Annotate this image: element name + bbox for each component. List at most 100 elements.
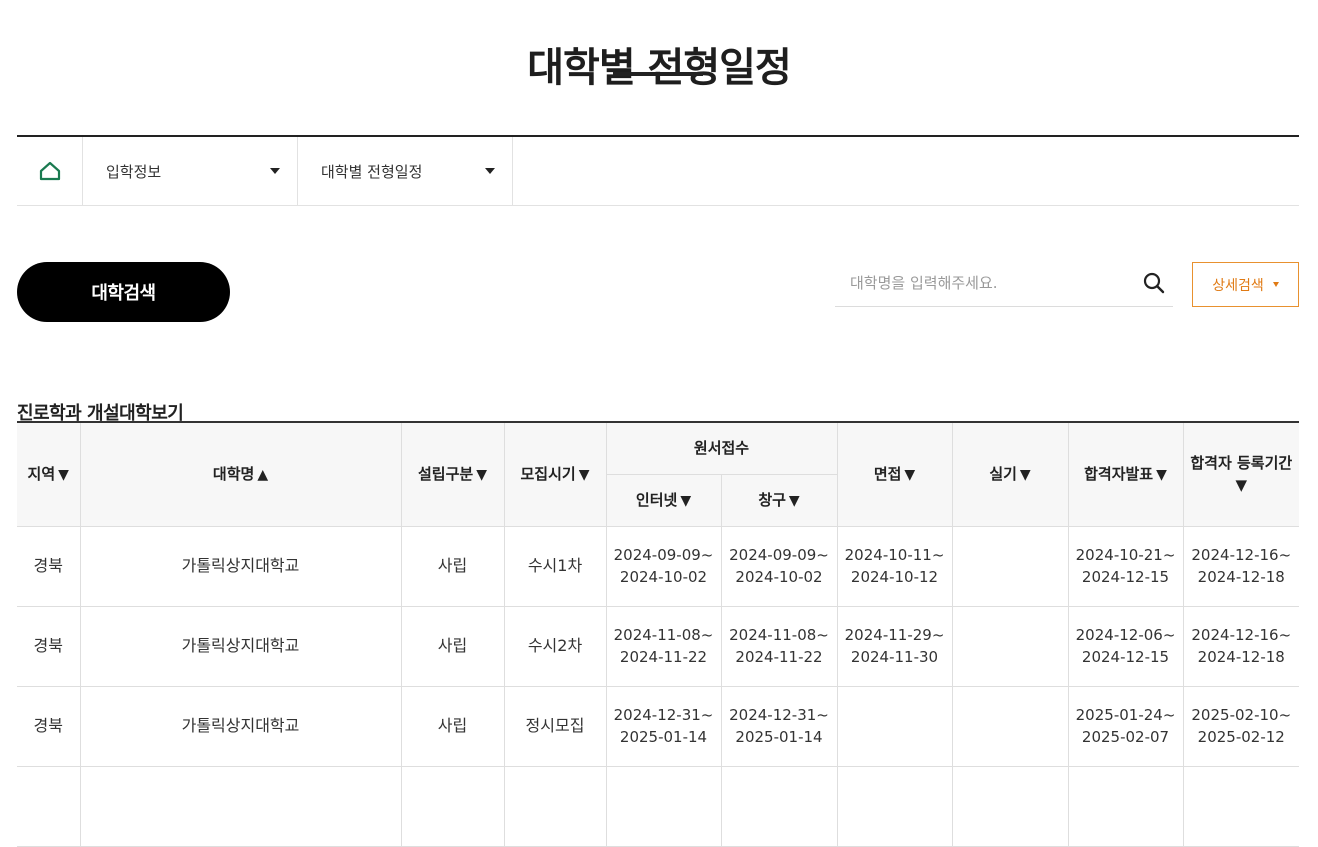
table-row: 경북 가톨릭상지대학교 사립 수시1차 2024-09-09~ 2024-10-02 202… [17, 525, 1300, 607]
home-icon [39, 161, 60, 181]
cell-type: 사립 [400, 685, 505, 767]
cell-university [79, 765, 402, 847]
sort-icon: ▼ [680, 492, 692, 509]
cell-region [17, 765, 81, 847]
cell-announce: 2024-12-06~ 2024-12-15 [1067, 605, 1184, 687]
search-icon[interactable] [1143, 272, 1165, 298]
col-header-practical[interactable]: 실기 ▼ [951, 422, 1069, 527]
date-from: 2024-12-16~ [1191, 626, 1292, 644]
cell-type: 사립 [400, 525, 505, 607]
date-to: 2024-10-02 [735, 568, 823, 586]
sort-icon: ▼ [1019, 466, 1031, 483]
col-header-interview[interactable]: 면접 ▼ [836, 422, 953, 527]
cell-interview: 2024-10-11~ 2024-10-12 [836, 525, 953, 607]
cell-announce [1067, 765, 1184, 847]
date-to: 2024-10-02 [619, 568, 708, 586]
table-row: 경북 가톨릭상지대학교 사립 수시2차 2024-11-08~ 2024-11-22 202… [17, 605, 1300, 687]
cell-region: 경북 [17, 525, 81, 607]
cell-reg: 2024-12-16~ 2024-12-18 [1182, 525, 1300, 607]
table-row: 경북 가톨릭상지대학교 사립 정시모집 2024-12-31~ 2025-01-14 202… [17, 685, 1300, 767]
cell-interview: 2024-11-29~ 2024-11-30 [836, 605, 953, 687]
cell-announce: 2024-10-21~ 2024-12-15 [1067, 525, 1184, 607]
sort-icon: ▼ [578, 466, 590, 483]
cell-announce: 2025-01-24~ 2025-02-07 [1067, 685, 1184, 767]
cell-counter: 2024-11-08~ 2024-11-22 [720, 605, 838, 687]
col-header-region[interactable]: 지역 ▼ [17, 422, 81, 527]
cell-reg [1182, 765, 1300, 847]
cell-interview [836, 685, 953, 767]
cell-period: 정시모집 [503, 685, 607, 767]
date-to: 2025-02-12 [1197, 728, 1285, 746]
date-from: 2024-11-08~ [613, 626, 714, 644]
location-dropdown-admission[interactable]: 입학정보 [83, 137, 298, 205]
date-to: 2024-10-12 [850, 568, 939, 586]
col-header-counter[interactable]: 창구 ▼ [720, 473, 838, 527]
caret-down-icon [1272, 282, 1279, 287]
cell-period: 수시2차 [503, 605, 607, 687]
cell-period: 수시1차 [503, 525, 607, 607]
date-from: 2024-12-31~ [729, 706, 829, 724]
cell-reg: 2025-02-10~ 2025-02-12 [1182, 685, 1300, 767]
col-header-type[interactable]: 설립구분 ▼ [400, 422, 505, 527]
sort-icon: ▼ [788, 492, 800, 509]
cell-counter [720, 765, 838, 847]
date-from: 2024-10-11~ [844, 546, 945, 564]
university-search-button[interactable]: 대학검색 [17, 262, 230, 322]
detail-search-button[interactable]: 상세검색 [1192, 262, 1299, 307]
date-from: 2024-09-09~ [729, 546, 829, 564]
cell-internet: 2024-11-08~ 2024-11-22 [605, 605, 722, 687]
cell-internet [605, 765, 722, 847]
date-to: 2025-02-07 [1081, 728, 1170, 746]
sort-icon: ▲ [257, 466, 269, 483]
date-to: 2024-11-22 [735, 648, 823, 666]
cell-region: 경북 [17, 685, 81, 767]
date-to: 2024-11-22 [619, 648, 708, 666]
cell-region: 경북 [17, 605, 81, 687]
sort-icon: ▼ [58, 466, 69, 483]
date-from: 2024-12-31~ [613, 706, 714, 724]
cell-period [503, 765, 607, 847]
date-to: 2025-01-14 [619, 728, 708, 746]
cell-practical [951, 525, 1069, 607]
cell-counter: 2024-09-09~ 2024-10-02 [720, 525, 838, 607]
date-to: 2025-01-14 [735, 728, 823, 746]
date-from: 2024-12-16~ [1191, 546, 1292, 564]
cell-practical [951, 765, 1069, 847]
search-input[interactable] [835, 262, 1140, 304]
location-dropdown-schedule[interactable]: 대학별 전형일정 [298, 137, 513, 205]
col-header-university[interactable]: 대학명 ▲ [79, 422, 402, 527]
location-nav: 입학정보 대학별 전형일정 [17, 135, 1299, 206]
date-from: 2025-02-10~ [1191, 706, 1292, 724]
date-from: 2025-01-24~ [1075, 706, 1176, 724]
cell-counter: 2024-12-31~ 2025-01-14 [720, 685, 838, 767]
schedule-table: 지역 ▼ 대학명 ▲ 설립구분 ▼ 모집시기 ▼ 원서접수 면접 ▼ 실기 ▼ 합격자발표 ▼… [17, 421, 1300, 847]
search-box [835, 262, 1173, 307]
cell-internet: 2024-12-31~ 2025-01-14 [605, 685, 722, 767]
date-from: 2024-11-29~ [844, 626, 945, 644]
date-from: 2024-12-06~ [1075, 626, 1176, 644]
date-to: 2024-11-30 [850, 648, 939, 666]
location-item-label: 대학별 전형일정 [321, 162, 423, 181]
page-title: 대학별 전형일정 [527, 44, 792, 91]
col-header-application: 원서접수 [605, 422, 838, 475]
cell-university: 가톨릭상지대학교 [79, 685, 402, 767]
detail-search-label: 상세검색 [1212, 277, 1264, 294]
cell-type: 사립 [400, 605, 505, 687]
col-header-internet[interactable]: 인터넷 ▼ [606, 473, 722, 527]
date-to: 2024-12-15 [1081, 568, 1170, 586]
col-header-period[interactable]: 모집시기 ▼ [503, 422, 607, 527]
schedule-table-body: 경북 가톨릭상지대학교 사립 수시1차 2024-09-09~ 2024-10-02 202… [17, 525, 1300, 847]
table-row [17, 765, 1300, 847]
date-to: 2024-12-18 [1197, 648, 1285, 666]
date-to: 2024-12-15 [1081, 648, 1170, 666]
date-from: 2024-11-08~ [729, 626, 829, 644]
col-header-registration[interactable]: 합격자 등록기간 ▼ [1182, 422, 1300, 527]
cell-internet: 2024-09-09~ 2024-10-02 [605, 525, 722, 607]
col-header-announce[interactable]: 합격자발표 ▼ [1067, 422, 1184, 527]
caret-down-icon [485, 168, 495, 174]
cell-university: 가톨릭상지대학교 [79, 605, 402, 687]
home-link[interactable] [17, 137, 83, 205]
sort-icon: ▼ [1156, 466, 1167, 483]
date-to: 2024-12-18 [1197, 568, 1285, 586]
sort-icon: ▼ [476, 466, 487, 483]
